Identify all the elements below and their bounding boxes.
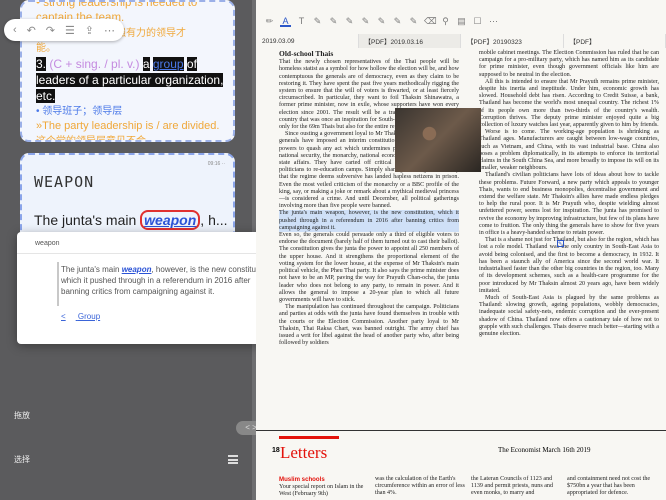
menu-icon[interactable] xyxy=(228,455,238,464)
card-title: WEAPON xyxy=(34,173,95,191)
document-tab-label: 2019.03.09 xyxy=(262,37,295,45)
letter-text: and containment need not cost the $750bn… xyxy=(567,476,651,497)
marker-icon[interactable]: ✎ xyxy=(360,16,371,27)
highlighted-sentence[interactable]: The junta's main weapon, however, is the… xyxy=(279,210,459,233)
document-tab-label: 【PDF】20190323 xyxy=(467,39,522,46)
group-link[interactable]: < Group xyxy=(61,312,100,321)
navigation-pill: ‹ ↶ ↷ ☰ ⇪ ⋯ xyxy=(4,19,124,41)
grammar-note: (C + sing. / pl. v.) xyxy=(49,57,140,71)
article-photo xyxy=(395,108,481,172)
search-icon[interactable]: ⚲ xyxy=(440,16,451,27)
section-title: Letters xyxy=(280,443,328,462)
popup-body-prefix: The junta's main xyxy=(61,265,120,274)
letter-text: was the calculation of the Earth's circu… xyxy=(375,476,465,497)
article-column-left: Old-school Thais That the newly chosen r… xyxy=(279,50,459,347)
article-paragraph: mobile cabinet meetings. The Election Co… xyxy=(479,50,659,78)
letter-text: Your special report on Islam in the West… xyxy=(279,484,364,498)
card-meta: 09:16 ·· xyxy=(207,161,225,167)
marker-icon[interactable]: ✎ xyxy=(408,16,419,27)
pdf-viewer: ✏ A T ✎ ✎ ✎ ✎ ✎ ✎ ✎ ⌫ ⚲ ▤ ☐ ⋯ 2019.03.09 【PDF】2019.03.1… xyxy=(256,0,666,500)
document-tab[interactable]: 【PDF】 xyxy=(564,34,666,48)
more-icon[interactable]: ⋯ xyxy=(104,24,115,37)
document-tab[interactable]: 【PDF】2019.03.16 xyxy=(358,34,461,48)
letter-text: the Lateran Councils of 1123 and 1139 an… xyxy=(471,476,554,497)
definition-number: 3. xyxy=(36,57,47,71)
group-link[interactable]: group xyxy=(152,57,184,71)
article-column-right: mobile cabinet meetings. The Election Co… xyxy=(479,50,659,338)
article-paragraph: Even so, the generals could persuade onl… xyxy=(279,232,459,303)
document-tab-label: 【PDF】2019.03.16 xyxy=(364,39,424,46)
definition-text: a xyxy=(142,57,150,71)
popup-word[interactable]: weapon xyxy=(122,265,152,274)
article-paragraph: Much of South-East Asia is plagued by th… xyxy=(479,294,659,337)
eraser-icon[interactable]: ⌫ xyxy=(424,16,437,27)
drag-label[interactable]: 拖放 xyxy=(14,410,30,421)
marker-icon[interactable]: ✎ xyxy=(328,16,339,27)
article-paragraph: Worse is to come. The working-age popula… xyxy=(479,129,659,172)
list-icon[interactable]: ☰ xyxy=(65,24,75,37)
example-translation: 这个党的领导层意见不合。 xyxy=(36,136,156,142)
page-number: 18 xyxy=(272,447,280,454)
word-popup: weapon The junta's main weapon, however,… xyxy=(17,232,287,344)
document-tab[interactable]: 2019.03.09 xyxy=(256,34,359,48)
panel-icon[interactable]: ▤ xyxy=(456,16,467,27)
marker-icon[interactable]: ✎ xyxy=(344,16,355,27)
article-paragraph: That is a shame not just for Thailand, b… xyxy=(479,237,659,294)
page-icon[interactable]: ☐ xyxy=(472,16,483,27)
section-divider xyxy=(256,430,666,431)
letter-title: Muslim schools xyxy=(279,476,325,483)
popup-header: weapon xyxy=(17,232,287,254)
back-arrow-icon[interactable]: < xyxy=(61,312,66,321)
definition-translation: 能。 xyxy=(36,43,56,54)
group-link-label[interactable]: Group xyxy=(78,312,100,321)
annotation-toolbar: ✏ A T ✎ ✎ ✎ ✎ ✎ ✎ ✎ ⌫ ⚲ ▤ ☐ ⋯ xyxy=(256,10,666,32)
quote-bar xyxy=(57,262,59,306)
redo-icon[interactable]: ↷ xyxy=(46,24,55,37)
document-tabs: 2019.03.09 【PDF】2019.03.16 【PDF】20190323 【P… xyxy=(256,34,666,48)
text-icon[interactable]: A xyxy=(280,16,291,27)
section-stripe xyxy=(279,436,339,439)
share-icon[interactable]: ⇪ xyxy=(85,24,94,37)
back-icon[interactable]: ‹ xyxy=(13,24,17,36)
undo-icon[interactable]: ↶ xyxy=(27,24,36,37)
article-paragraph: The manipulation has continued throughou… xyxy=(279,304,459,347)
document-tab[interactable]: 【PDF】20190323 xyxy=(461,34,564,48)
highlighted-word[interactable]: weapon xyxy=(140,210,201,230)
article-paragraph: Thailand's civilian politicians have lot… xyxy=(479,172,659,237)
edit-icon[interactable]: ✎ xyxy=(557,240,564,247)
pen-icon[interactable]: ✏ xyxy=(264,16,275,27)
textbox-icon[interactable]: T xyxy=(296,16,307,27)
example-sentence: »The party leadership is / are divided. xyxy=(36,120,220,132)
definition-translation: • 领导班子；领导层 xyxy=(36,106,123,117)
article-paragraph: All this is intended to ensure that Mr P… xyxy=(479,78,659,129)
article-heading: Old-school Thais xyxy=(279,49,334,58)
marker-icon[interactable]: ✎ xyxy=(392,16,403,27)
marker-icon[interactable]: ✎ xyxy=(376,16,387,27)
card-text-prefix: The junta's main xyxy=(34,212,137,228)
document-tab-label: 【PDF】 xyxy=(569,39,596,46)
highlighter-icon[interactable]: ✎ xyxy=(312,16,323,27)
masthead: The Economist March 16th 2019 xyxy=(498,446,591,454)
more-icon[interactable]: ⋯ xyxy=(488,16,499,27)
select-label[interactable]: 选择 xyxy=(14,454,30,465)
definition-example: • strong leadership is needed to xyxy=(36,0,198,9)
